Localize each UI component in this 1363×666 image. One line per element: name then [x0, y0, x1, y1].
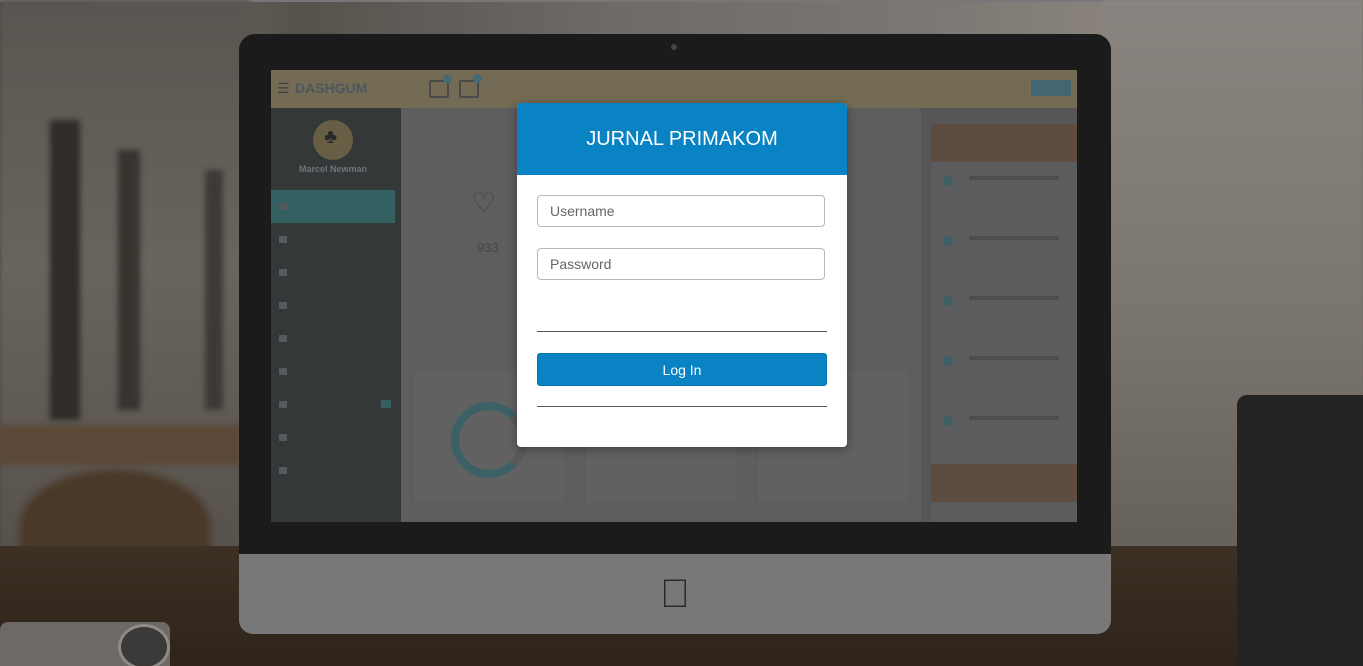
sidebar-item: [271, 223, 395, 256]
notification-dot: [943, 236, 953, 246]
divider-line: [537, 406, 827, 407]
sidebar-menu: [271, 190, 395, 487]
notification-line: [969, 296, 1059, 300]
notification-line: [969, 236, 1059, 240]
sidebar-item: [271, 256, 395, 289]
sidebar-item: [271, 190, 395, 223]
notification-dot: [943, 416, 953, 426]
login-title: JURNAL PRIMAKOM: [586, 127, 778, 150]
notification-line: [969, 416, 1059, 420]
logout-button: [1031, 80, 1071, 96]
sidebar-item: [271, 322, 395, 355]
window-frame: [50, 120, 80, 420]
tablet-device: [1237, 395, 1363, 666]
notification-dot: [943, 356, 953, 366]
notifications-header: [931, 124, 1077, 162]
avatar: [313, 120, 353, 160]
notification-badge: [473, 74, 482, 83]
notification-badge: [443, 74, 452, 83]
notification-dot: [943, 176, 953, 186]
sidebar-item: [271, 454, 395, 487]
stat-value: 933: [477, 240, 499, 255]
window-frame: [118, 150, 140, 410]
sidebar-user-name: Marcel Newman: [298, 164, 368, 174]
sidebar-item: [271, 388, 395, 421]
sidebar-item: [271, 289, 395, 322]
dashboard-brand: DASHGUM: [295, 80, 368, 96]
login-header: JURNAL PRIMAKOM: [517, 103, 847, 175]
dashboard-sidebar: Marcel Newman: [271, 108, 401, 522]
camera-prop: [0, 622, 170, 666]
sidebar-item: [271, 355, 395, 388]
camera-lens: [118, 624, 170, 666]
login-button[interactable]: Log In: [537, 353, 827, 386]
notification-dot: [943, 296, 953, 306]
notifications-panel: [931, 124, 1077, 522]
notification-line: [969, 176, 1059, 180]
shelf: [0, 425, 240, 465]
password-field[interactable]: [537, 248, 825, 280]
username-field[interactable]: [537, 195, 825, 227]
webcam-dot: [671, 44, 677, 50]
window-frame: [205, 170, 223, 410]
team-members-header: [931, 464, 1077, 502]
donut-chart-icon: [451, 402, 527, 478]
hamburger-icon: ☰: [277, 80, 290, 96]
notification-line: [969, 356, 1059, 360]
login-modal: JURNAL PRIMAKOM Log In: [517, 103, 847, 447]
sidebar-item: [271, 421, 395, 454]
heart-icon: ♡: [471, 187, 497, 218]
sidebar-badge: [381, 400, 391, 408]
apple-logo-icon: : [657, 572, 693, 616]
divider-line: [537, 331, 827, 332]
